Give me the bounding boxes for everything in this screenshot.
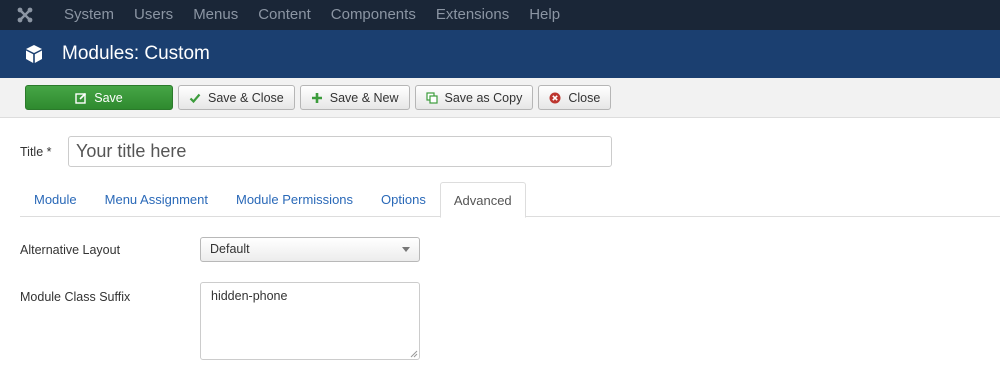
- title-label: Title *: [20, 144, 52, 159]
- save-close-label: Save & Close: [208, 90, 284, 105]
- alternative-layout-value: Default: [210, 242, 250, 256]
- save-button[interactable]: Save: [25, 85, 173, 110]
- save-new-button[interactable]: Save & New: [299, 85, 410, 110]
- nav-content[interactable]: Content: [248, 0, 321, 30]
- nav-users[interactable]: Users: [124, 0, 183, 30]
- tab-advanced[interactable]: Advanced: [439, 182, 526, 218]
- save-label: Save: [94, 90, 123, 105]
- alternative-layout-label: Alternative Layout: [20, 243, 121, 257]
- tab-module[interactable]: Module: [20, 182, 91, 217]
- alternative-layout-select[interactable]: Default: [200, 237, 420, 262]
- edit-icon: [75, 92, 87, 104]
- nav-system[interactable]: System: [50, 0, 124, 30]
- save-close-button[interactable]: Save & Close: [178, 85, 295, 110]
- cube-icon: [24, 42, 48, 66]
- joomla-logo-icon[interactable]: [0, 0, 50, 30]
- check-icon: [189, 92, 201, 104]
- save-new-label: Save & New: [329, 90, 399, 105]
- nav-extensions[interactable]: Extensions: [426, 0, 519, 30]
- copy-icon: [425, 91, 438, 104]
- save-copy-label: Save as Copy: [444, 90, 523, 105]
- close-button[interactable]: Close: [538, 85, 612, 110]
- tab-module-permissions[interactable]: Module Permissions: [222, 182, 367, 217]
- nav-components[interactable]: Components: [321, 0, 426, 30]
- resize-grip-icon[interactable]: [408, 348, 418, 358]
- page-title: Modules: Custom: [62, 43, 210, 64]
- close-label: Close: [568, 90, 601, 105]
- nav-menus[interactable]: Menus: [183, 0, 248, 30]
- page-header: Modules: Custom: [0, 30, 1000, 78]
- module-class-suffix-field[interactable]: hidden-phone: [200, 282, 420, 360]
- tab-options[interactable]: Options: [367, 182, 440, 217]
- top-navbar: System Users Menus Content Components Ex…: [0, 0, 1000, 30]
- toolbar: Save Save & Close Save & New Save as Cop…: [0, 78, 1000, 118]
- module-class-suffix-label: Module Class Suffix: [20, 290, 131, 304]
- save-copy-button[interactable]: Save as Copy: [414, 85, 534, 110]
- close-icon: [549, 92, 561, 104]
- nav-help[interactable]: Help: [519, 0, 570, 30]
- plus-icon: [311, 92, 323, 104]
- caret-down-icon: [402, 247, 410, 252]
- tab-menu-assignment[interactable]: Menu Assignment: [91, 182, 222, 217]
- tab-bar: Module Menu Assignment Module Permission…: [20, 182, 1000, 218]
- title-input[interactable]: [68, 136, 612, 167]
- title-row: Title *: [20, 136, 612, 167]
